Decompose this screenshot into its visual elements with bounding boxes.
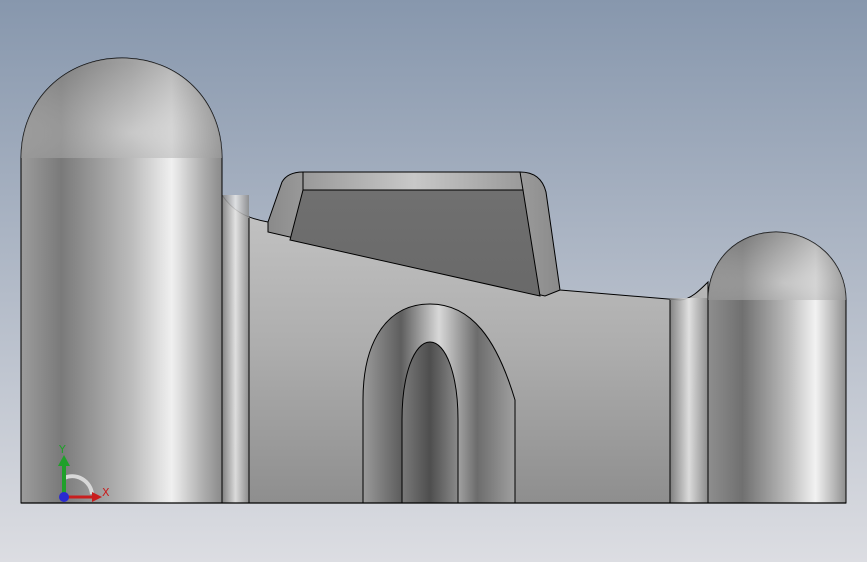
triad-y-label: Y [58,443,66,456]
model-arch-inner [401,341,459,504]
model-right-strip [670,298,708,503]
graphics-viewport[interactable]: Y X [0,0,867,562]
triad-x-label: X [102,486,110,499]
model-left-strip [222,195,249,503]
model-view-canvas[interactable]: Y X [0,0,867,562]
triad-z-axis-dot [59,492,69,502]
